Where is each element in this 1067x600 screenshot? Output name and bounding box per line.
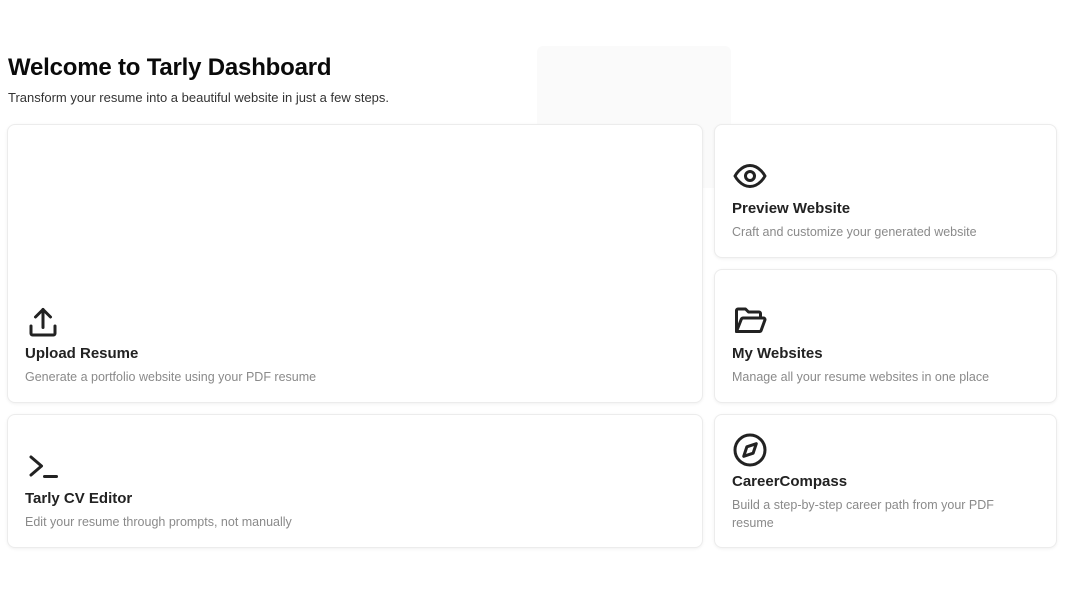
card-description: Craft and customize your generated websi… (732, 225, 977, 239)
my-websites-card[interactable]: My Websites Manage all your resume websi… (714, 269, 1057, 403)
card-title: Upload Resume (25, 345, 139, 362)
folder-open-icon (732, 303, 768, 339)
card-description: Edit your resume through prompts, not ma… (25, 515, 292, 529)
preview-website-card[interactable]: Preview Website Craft and customize your… (714, 124, 1057, 258)
upload-icon (25, 305, 61, 341)
card-description: Generate a portfolio website using your … (25, 370, 317, 384)
card-title: Tarly CV Editor (25, 490, 133, 507)
eye-icon (732, 158, 768, 194)
career-compass-card[interactable]: CareerCompass Build a step-by-step caree… (714, 414, 1057, 548)
cv-editor-card[interactable]: Tarly CV Editor Edit your resume through… (7, 414, 703, 548)
upload-resume-card[interactable]: Upload Resume Generate a portfolio websi… (7, 124, 703, 403)
card-title: CareerCompass (732, 473, 848, 490)
card-description: Manage all your resume websites in one p… (732, 370, 990, 384)
terminal-icon (25, 448, 61, 484)
dashboard-page: Welcome to Tarly Dashboard Transform you… (0, 0, 1067, 600)
page-title: Welcome to Tarly Dashboard (8, 54, 332, 81)
card-description: Build a step-by-step career path from yo… (732, 498, 994, 530)
card-title: My Websites (732, 345, 823, 362)
page-subtitle: Transform your resume into a beautiful w… (8, 90, 390, 105)
compass-icon (732, 432, 768, 468)
card-title: Preview Website (732, 200, 851, 217)
